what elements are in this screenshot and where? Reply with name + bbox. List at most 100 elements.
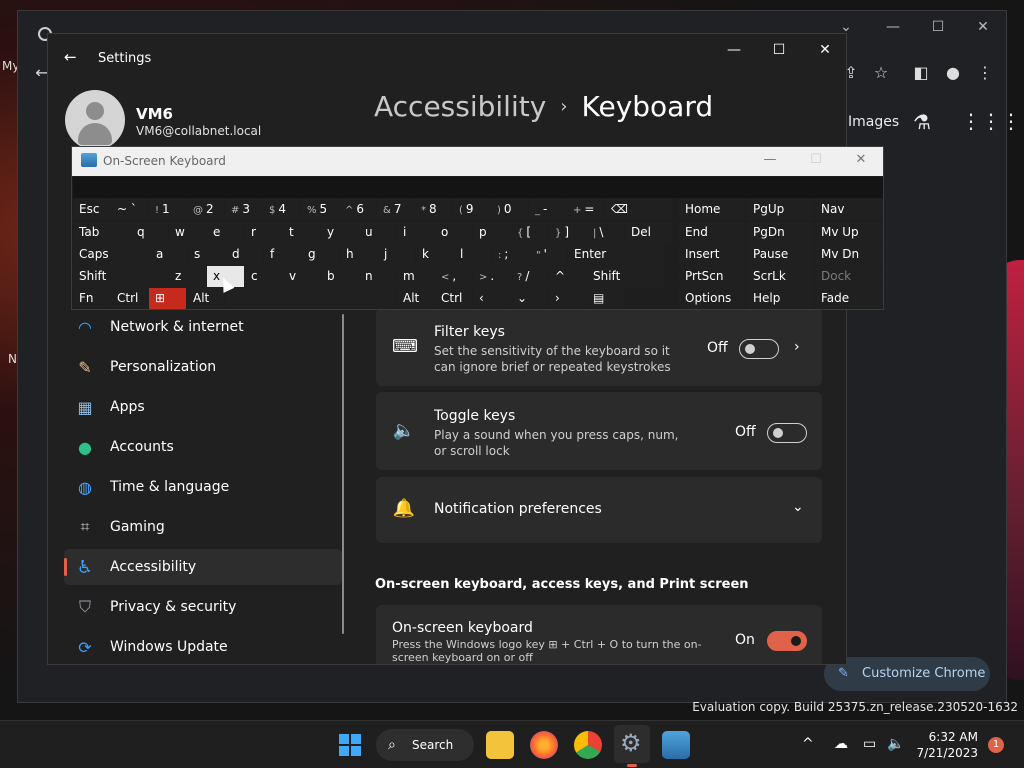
osk-nav-key[interactable]: Mv Up bbox=[815, 222, 882, 243]
sidebar-scrollbar[interactable] bbox=[342, 314, 344, 634]
osk-key[interactable]: l bbox=[454, 244, 491, 265]
osk-key[interactable]: $4 bbox=[263, 199, 300, 220]
osk-key[interactable]: b bbox=[321, 266, 358, 287]
osk-key[interactable]: | \ bbox=[587, 222, 624, 243]
osk-key[interactable]: m bbox=[397, 266, 434, 287]
osk-nav-key[interactable]: PgUp bbox=[747, 199, 813, 220]
osk-key[interactable]: ⌄ bbox=[511, 288, 548, 309]
osk-key[interactable]: Del bbox=[625, 222, 672, 243]
close-button[interactable]: ✕ bbox=[810, 42, 840, 58]
osk-key[interactable]: v bbox=[283, 266, 320, 287]
filter-keys-toggle[interactable] bbox=[739, 339, 779, 359]
osk-key[interactable]: ^ 6 bbox=[339, 199, 376, 220]
side-panel-icon[interactable]: ◧ bbox=[911, 63, 931, 82]
firefox-icon[interactable] bbox=[530, 731, 558, 759]
osk-key[interactable]: › bbox=[549, 288, 586, 309]
osk-key[interactable]: s bbox=[188, 244, 225, 265]
osk-key[interactable]: (9 bbox=[453, 199, 490, 220]
osk-key[interactable]: Esc bbox=[73, 199, 110, 220]
osk-key[interactable]: Ctrl bbox=[111, 288, 148, 309]
bookmark-star-icon[interactable]: ☆ bbox=[871, 63, 891, 82]
osk-key[interactable]: u bbox=[359, 222, 396, 243]
maximize-button[interactable]: ☐ bbox=[764, 42, 794, 58]
start-button[interactable] bbox=[336, 731, 364, 759]
osk-key[interactable]: @2 bbox=[187, 199, 224, 220]
sidebar-item-accounts[interactable]: ● Accounts bbox=[64, 429, 342, 465]
osk-key[interactable]: z bbox=[169, 266, 206, 287]
tray-chevron-up-icon[interactable]: ^ bbox=[802, 736, 814, 752]
osk-key[interactable]: Shift bbox=[587, 266, 664, 287]
osk-key[interactable]: ‹ bbox=[473, 288, 510, 309]
osk-key[interactable]: & 7 bbox=[377, 199, 414, 220]
avatar[interactable] bbox=[65, 90, 125, 150]
notification-preferences-card[interactable]: 🔔 Notification preferences ⌄ bbox=[376, 477, 822, 543]
osk-key[interactable]: Shift bbox=[73, 266, 168, 287]
osk-nav-key[interactable]: PgDn bbox=[747, 222, 813, 243]
chevron-down-icon[interactable]: ⌄ bbox=[792, 499, 804, 515]
osk-key[interactable]: h bbox=[340, 244, 377, 265]
osk-nav-key[interactable]: Home bbox=[679, 199, 745, 220]
osk-nav-key[interactable]: Help bbox=[747, 288, 813, 309]
osk-key[interactable]: w bbox=[169, 222, 206, 243]
osk-key[interactable] bbox=[225, 288, 396, 309]
osk-key[interactable]: e bbox=[207, 222, 244, 243]
osk-minimize-button[interactable]: — bbox=[758, 152, 782, 167]
network-off-icon[interactable]: ☁ bbox=[834, 736, 848, 752]
sidebar-item-gaming[interactable]: ⌗ Gaming bbox=[64, 509, 342, 545]
osk-key[interactable]: {[ bbox=[511, 222, 548, 243]
osk-key[interactable]: + = bbox=[567, 199, 604, 220]
osk-key[interactable]: ^ bbox=[549, 266, 586, 287]
chrome-icon[interactable] bbox=[574, 731, 602, 759]
breadcrumb-parent[interactable]: Accessibility bbox=[374, 90, 546, 123]
chrome-menu-icon[interactable]: ⋮ bbox=[975, 63, 995, 82]
osk-nav-key[interactable]: Pause bbox=[747, 244, 813, 265]
sidebar-item-network[interactable]: ◠ Network & internet bbox=[64, 309, 342, 345]
images-link[interactable]: Images bbox=[848, 114, 899, 130]
osk-key[interactable]: f bbox=[264, 244, 301, 265]
chrome-maximize-button[interactable]: ☐ bbox=[928, 19, 948, 35]
osk-key[interactable]: p bbox=[473, 222, 510, 243]
osk-nav-key[interactable]: Mv Dn bbox=[815, 244, 882, 265]
osk-key[interactable]: ▤ bbox=[587, 288, 624, 309]
osk-nav-key[interactable]: Fade bbox=[815, 288, 882, 309]
osk-key[interactable]: >. bbox=[473, 266, 510, 287]
osk-key[interactable]: g bbox=[302, 244, 339, 265]
apps-grid-icon[interactable]: ⋮⋮⋮ bbox=[961, 109, 1021, 133]
profile-icon[interactable]: ● bbox=[943, 63, 963, 82]
osk-key[interactable]: Tab bbox=[73, 222, 130, 243]
osk-key[interactable]: k bbox=[416, 244, 453, 265]
on-screen-keyboard-taskbar-icon[interactable] bbox=[662, 731, 690, 759]
osk-key[interactable]: ~ ` bbox=[111, 199, 148, 220]
osk-key[interactable]: " ' bbox=[530, 244, 567, 265]
osk-nav-key[interactable]: PrtScn bbox=[679, 266, 745, 287]
taskbar-clock[interactable]: 6:32 AM 7/21/2023 bbox=[900, 729, 978, 761]
osk-nav-key[interactable]: Insert bbox=[679, 244, 745, 265]
toggle-keys-toggle[interactable] bbox=[767, 423, 807, 443]
sidebar-item-apps[interactable]: ▦ Apps bbox=[64, 389, 342, 425]
osk-key[interactable]: r bbox=[245, 222, 282, 243]
customize-chrome-button[interactable]: ✎ Customize Chrome bbox=[824, 657, 990, 691]
on-screen-keyboard-toggle[interactable] bbox=[767, 631, 807, 651]
osk-key[interactable]: ? / bbox=[511, 266, 548, 287]
osk-key[interactable]: t bbox=[283, 222, 320, 243]
back-arrow-icon[interactable]: ← bbox=[64, 48, 77, 66]
minimize-button[interactable]: — bbox=[719, 42, 749, 58]
sidebar-item-personalization[interactable]: ✎ Personalization bbox=[64, 349, 342, 385]
osk-key[interactable]: d bbox=[226, 244, 263, 265]
notification-badge[interactable]: 1 bbox=[988, 737, 1004, 753]
osk-key[interactable]: <, bbox=[435, 266, 472, 287]
osk-nav-key[interactable]: Options bbox=[679, 288, 745, 309]
settings-taskbar-icon[interactable]: ⚙ bbox=[614, 725, 650, 763]
filter-keys-card[interactable]: ⌨ Filter keys Set the sensitivity of the… bbox=[376, 308, 822, 386]
osk-key[interactable]: ⌫ bbox=[605, 199, 672, 220]
osk-key[interactable]: _ - bbox=[529, 199, 566, 220]
display-icon[interactable]: ▭ bbox=[863, 736, 876, 752]
osk-key[interactable]: Fn bbox=[73, 288, 110, 309]
osk-key[interactable]: n bbox=[359, 266, 396, 287]
osk-key[interactable]: * 8 bbox=[415, 199, 452, 220]
chevron-right-icon[interactable]: › bbox=[794, 339, 800, 355]
osk-key[interactable]: Caps bbox=[73, 244, 149, 265]
osk-key[interactable]: ! 1 bbox=[149, 199, 186, 220]
osk-key[interactable]: y bbox=[321, 222, 358, 243]
file-explorer-icon[interactable] bbox=[486, 731, 514, 759]
